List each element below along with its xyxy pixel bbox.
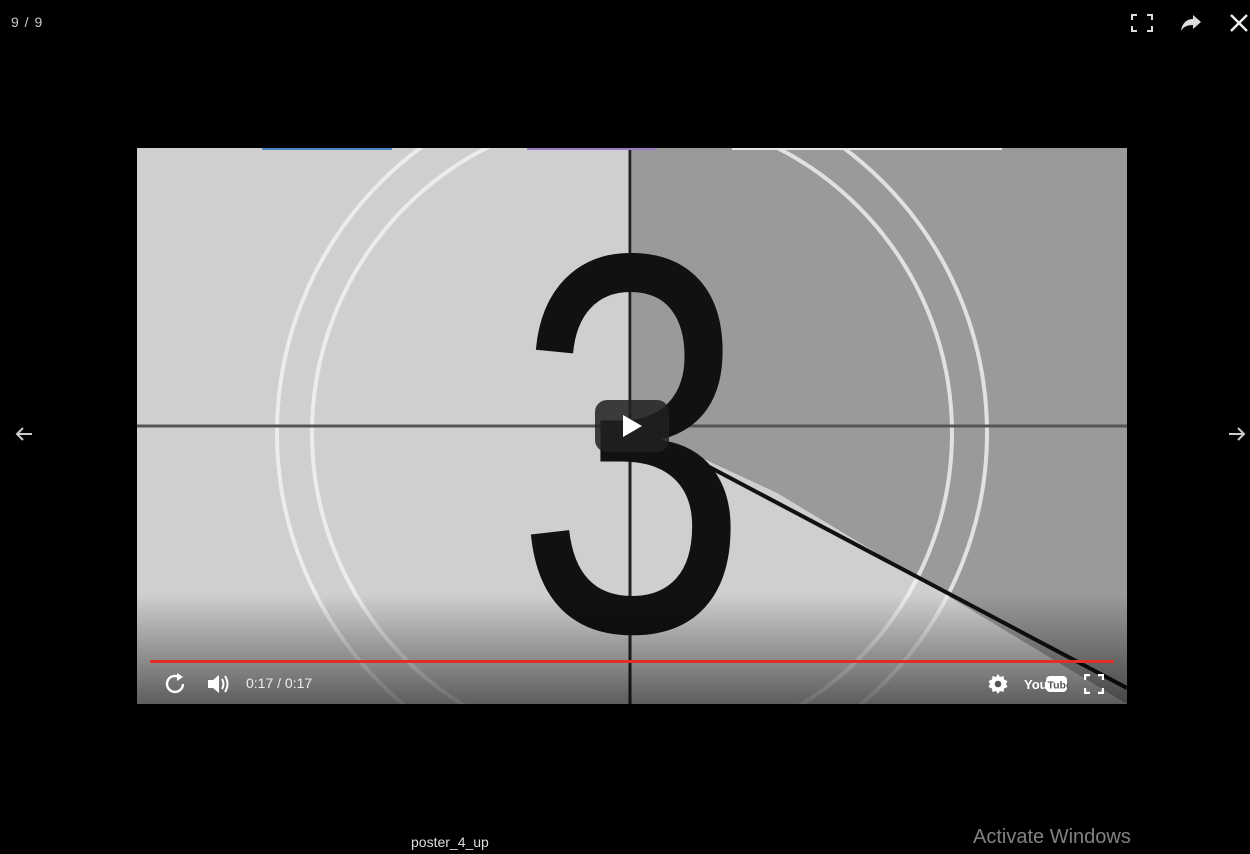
arrow-right-icon <box>1229 427 1246 441</box>
share-button[interactable] <box>1176 8 1206 38</box>
replay-icon <box>165 673 185 694</box>
video-player[interactable]: 3 0:17 / 0:17 You Tub <box>137 148 1127 704</box>
next-button[interactable] <box>1222 420 1250 448</box>
share-icon <box>1181 15 1201 31</box>
activate-windows-watermark: Activate Windows <box>973 826 1131 848</box>
play-button[interactable] <box>595 400 669 452</box>
fullscreen-button[interactable] <box>1127 8 1157 38</box>
slide-caption: poster_4_up <box>411 834 489 850</box>
youtube-logo-you: You <box>1024 677 1048 692</box>
fullscreen-icon <box>1131 14 1153 32</box>
fullscreen-icon <box>1084 674 1104 694</box>
volume-icon <box>208 675 229 693</box>
play-icon <box>623 415 642 437</box>
close-icon <box>1230 14 1248 32</box>
close-button[interactable] <box>1224 8 1250 38</box>
video-fullscreen-button[interactable] <box>1081 670 1107 698</box>
youtube-logo-button[interactable]: You Tube <box>1023 670 1069 698</box>
replay-button[interactable] <box>161 670 189 698</box>
settings-button[interactable] <box>986 670 1010 698</box>
time-display: 0:17 / 0:17 <box>246 675 313 691</box>
volume-button[interactable] <box>205 670 233 698</box>
arrow-left-icon <box>15 427 32 441</box>
youtube-logo-icon: You Tube <box>1024 676 1069 692</box>
prev-button[interactable] <box>9 420 39 448</box>
youtube-logo-tube: Tube <box>1048 680 1069 692</box>
slide-counter: 9 / 9 <box>11 14 44 30</box>
progress-bar[interactable] <box>150 660 1114 663</box>
gear-icon <box>988 674 1008 694</box>
